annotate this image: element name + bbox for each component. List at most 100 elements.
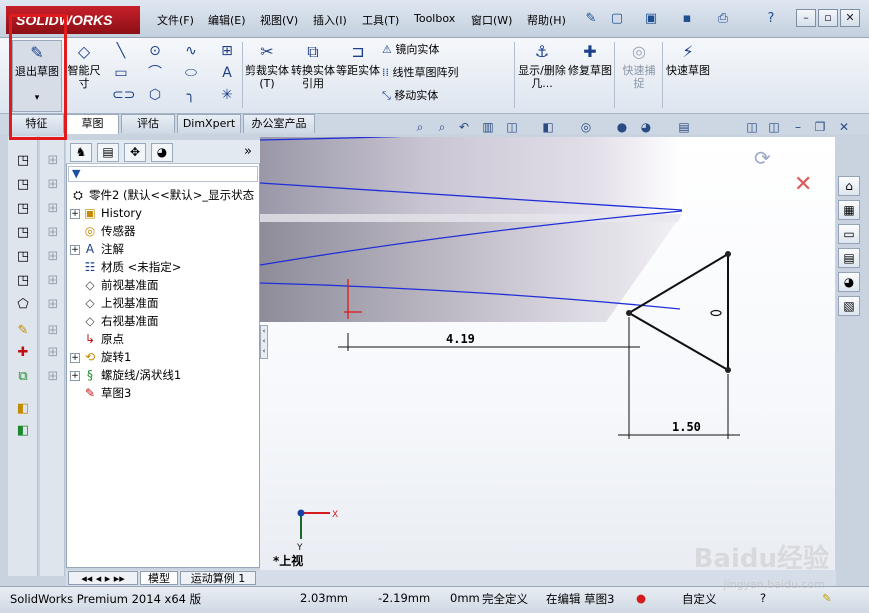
offset-entities-button[interactable]: ⊐ 等距实体 <box>336 40 380 112</box>
cube-icon[interactable]: ◳ <box>13 200 33 218</box>
grid-icon[interactable]: ⊞ <box>43 322 63 340</box>
cancel-icon[interactable]: ✕ <box>794 172 812 197</box>
layer-icon[interactable]: ◧ <box>13 400 33 418</box>
menu-window[interactable]: 窗口(W) <box>471 12 512 28</box>
help-icon[interactable]: ? <box>760 9 782 29</box>
expand-icon[interactable]: + <box>70 244 80 255</box>
tree-item[interactable]: ↳ 原点 <box>70 330 124 348</box>
menu-toolbox[interactable]: Toolbox <box>414 12 455 25</box>
tree-item[interactable]: ◇ 右视基准面 <box>70 312 158 330</box>
trim-entities-button[interactable]: ✂ 剪裁实体(T) <box>244 40 290 112</box>
file-explorer-icon[interactable]: ▭ <box>838 224 860 244</box>
tree-item[interactable]: ◇ 前视基准面 <box>70 276 158 294</box>
grid-icon[interactable]: ⊞ <box>43 176 63 194</box>
cube-icon[interactable]: ◳ <box>13 248 33 266</box>
hide-show-icon[interactable]: ◎ <box>578 119 594 135</box>
cube-icon[interactable]: ◳ <box>13 224 33 242</box>
tree-item[interactable]: + A 注解 <box>70 240 124 258</box>
display-manager-tab-icon[interactable]: ◕ <box>151 143 173 162</box>
expand-icon[interactable]: + <box>70 370 80 381</box>
expand-icon[interactable]: + <box>70 208 80 219</box>
sketch-point[interactable] <box>626 310 632 316</box>
point-icon[interactable]: ✳ <box>218 86 236 104</box>
minimize-button[interactable]: – <box>796 9 816 27</box>
custom-properties-icon[interactable]: ▧ <box>838 296 860 316</box>
grid-icon[interactable]: ⊞ <box>43 272 63 290</box>
previous-view-icon[interactable]: ↶ <box>456 119 472 135</box>
polygon-icon[interactable]: ⬡ <box>146 86 164 104</box>
zoom-area-icon[interactable]: ⌕ <box>434 119 450 135</box>
mirror-entities-button[interactable]: ⚠ 镜向实体 <box>382 40 439 60</box>
pane-icon[interactable]: ◫ <box>766 119 782 135</box>
grid-icon[interactable]: ⊞ <box>43 248 63 266</box>
menu-view[interactable]: 视图(V) <box>260 12 298 28</box>
pin-icon[interactable]: ✎ <box>580 9 602 29</box>
display-style-icon[interactable]: ◧ <box>540 119 556 135</box>
home-icon[interactable]: ⌂ <box>838 176 860 196</box>
tree-item[interactable]: ◇ 上视基准面 <box>70 294 158 312</box>
menu-tools[interactable]: 工具(T) <box>362 12 399 28</box>
menu-help[interactable]: 帮助(H) <box>527 12 566 28</box>
grid-icon[interactable]: ⊞ <box>43 368 63 386</box>
sketch-point[interactable] <box>725 251 731 257</box>
filter-field[interactable]: ▼ <box>68 166 258 182</box>
text-icon[interactable]: A <box>218 64 236 82</box>
rectangle-icon[interactable]: ▭ <box>112 64 130 82</box>
repair-sketch-button[interactable]: ✚ 修复草图 <box>568 40 612 112</box>
layer-icon[interactable]: ◧ <box>13 422 33 440</box>
smart-dimension-button[interactable]: ◇ 智能尺寸 <box>64 40 104 112</box>
spline-icon[interactable]: ∿ <box>182 42 200 60</box>
dimension-value-4-19[interactable]: 4.19 <box>446 332 475 346</box>
fillet-icon[interactable]: ╮ <box>182 86 200 104</box>
status-units[interactable]: 自定义 <box>682 591 717 607</box>
sketch-point[interactable] <box>725 367 731 373</box>
quick-snaps-button[interactable]: ◎ 快速捕捉 <box>618 40 660 112</box>
restore-button[interactable]: ▫ <box>818 9 838 27</box>
configuration-tab-icon[interactable]: ✥ <box>124 143 146 162</box>
appearance-icon[interactable]: ● <box>614 119 630 135</box>
status-help-icon[interactable]: ? <box>760 591 766 605</box>
nav-arrows[interactable]: ◂◂ ◂ ▸ ▸▸ <box>68 571 138 585</box>
graphics-area[interactable]: 4.19 1.50 X Y *上视 <box>260 137 835 584</box>
grid-icon[interactable]: ⊞ <box>43 296 63 314</box>
appearances-icon[interactable]: ◕ <box>838 272 860 292</box>
view-settings-icon[interactable]: ▤ <box>676 119 692 135</box>
zoom-fit-icon[interactable]: ⌕ <box>412 119 428 135</box>
property-manager-tab-icon[interactable]: ▤ <box>97 143 119 162</box>
menu-insert[interactable]: 插入(I) <box>313 12 347 28</box>
grid-icon[interactable]: ⊞ <box>43 152 63 170</box>
tree-item[interactable]: + § 螺旋线/涡状线1 <box>70 366 181 384</box>
menu-edit[interactable]: 编辑(E) <box>208 12 246 28</box>
menu-file[interactable]: 文件(F) <box>157 12 194 28</box>
tree-root[interactable]: ⛭ 零件2 (默认<<默认>_显示状态 <box>70 186 254 204</box>
library-icon[interactable]: ▦ <box>838 200 860 220</box>
feature-tree-tab-icon[interactable]: ♞ <box>70 143 92 162</box>
tab-model[interactable]: 模型 <box>140 571 178 585</box>
minimize-doc-icon[interactable]: – <box>790 119 806 135</box>
new-document-icon[interactable]: ▢ <box>606 9 628 29</box>
linear-pattern-button[interactable]: ⁞⁞ 线性草图阵列 <box>382 63 459 83</box>
grid-icon[interactable]: ⊞ <box>218 42 236 60</box>
tree-item[interactable]: ☷ 材质 <未指定> <box>70 258 182 276</box>
rebuild-light-icon[interactable]: ● <box>636 591 646 605</box>
section-view-icon[interactable]: ▥ <box>480 119 496 135</box>
open-folder-icon[interactable]: ▣ <box>640 9 662 29</box>
show-delete-relations-button[interactable]: ⚓ 显示/删除几... <box>518 40 566 112</box>
tab-evaluate[interactable]: 评估 <box>121 114 175 133</box>
panel-collapse-handle[interactable]: ‹ ‹ ‹ <box>260 325 268 359</box>
slot-icon[interactable]: ⊂⊃ <box>112 86 135 104</box>
tab-office-products[interactable]: 办公室产品 <box>243 114 315 133</box>
dimension-value-1-50[interactable]: 1.50 <box>672 420 701 434</box>
close-window-button[interactable]: ✕ <box>840 9 860 27</box>
tree-item[interactable]: ✎ 草图3 <box>70 384 131 402</box>
tab-motion-study[interactable]: 运动算例 1 <box>180 571 256 585</box>
view-orientation-icon[interactable]: ◫ <box>504 119 520 135</box>
sketch-pencil-icon[interactable]: ✎ <box>13 322 33 340</box>
cube-icon[interactable]: ◳ <box>13 152 33 170</box>
line-icon[interactable]: ╲ <box>112 42 130 60</box>
grid-icon[interactable]: ⊞ <box>43 224 63 242</box>
scene-icon[interactable]: ◕ <box>638 119 654 135</box>
pin-status-icon[interactable]: ✎ <box>822 591 832 605</box>
print-icon[interactable]: ⎙ <box>712 9 734 29</box>
rebuild-icon[interactable]: ⟳ <box>754 146 771 170</box>
